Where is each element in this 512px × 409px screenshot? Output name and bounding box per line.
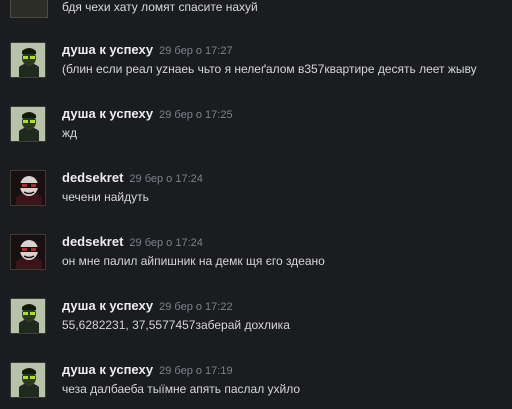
message-item: душа к успеху 29 бер о 17:25 жд [0,106,512,162]
message-item: dedsekret 29 бер о 17:24 чечени найдуть [0,170,512,226]
message-timestamp: 29 бер о 17:22 [159,301,233,313]
red-masked-figure-avatar-icon[interactable] [10,170,46,206]
message-text: чечени найдуть [62,190,149,204]
message-item: dedsekret 29 бер о 17:24 он мне палил айп… [0,234,512,290]
green-figure-avatar-icon[interactable] [10,42,46,78]
message-timestamp: 29 бер о 17:19 [159,365,233,377]
green-figure-avatar-icon[interactable] [10,106,46,142]
message-item: душа к успеху 29 бер о 17:27 (блин если р… [0,42,512,98]
message-text: чеза далбаеба тыїмне апять паслал ухйло [62,382,301,396]
message-timestamp: 29 бер о 17:24 [129,237,203,249]
message-item: душа к успеху 29 бер о 17:22 55,6282231, … [0,298,512,354]
green-figure-avatar-icon[interactable] [10,362,46,398]
message-author[interactable]: душа к успеху [62,298,153,313]
message-author[interactable]: dedsekret [62,234,123,249]
message-text: бдя чехи хату ломят спасите нахуй [62,0,258,14]
message-text: 55,6282231, 37,5577457заберай дохлика [62,318,290,332]
avatar[interactable] [10,0,48,18]
message-text: (блин если реал yzнаеь чьто я нелеґалом … [62,62,477,76]
chat-history: бдя чехи хату ломят спасите нахуй душа к… [0,0,512,409]
green-figure-avatar-icon[interactable] [10,298,46,334]
message-text: жд [62,126,78,140]
message-author[interactable]: душа к успеху [62,106,153,121]
message-timestamp: 29 бер о 17:24 [129,173,203,185]
message-author[interactable]: душа к успеху [62,42,153,57]
message-item: душа к успеху 29 бер о 17:19 чеза далбаеб… [0,362,512,409]
message-text: он мне палил айпишник на демк щя єго зде… [62,254,325,268]
message-timestamp: 29 бер о 17:25 [159,109,233,121]
red-masked-figure-avatar-icon[interactable] [10,234,46,270]
message-timestamp: 29 бер о 17:27 [159,45,233,57]
message-author[interactable]: душа к успеху [62,362,153,377]
message-author[interactable]: dedsekret [62,170,123,185]
